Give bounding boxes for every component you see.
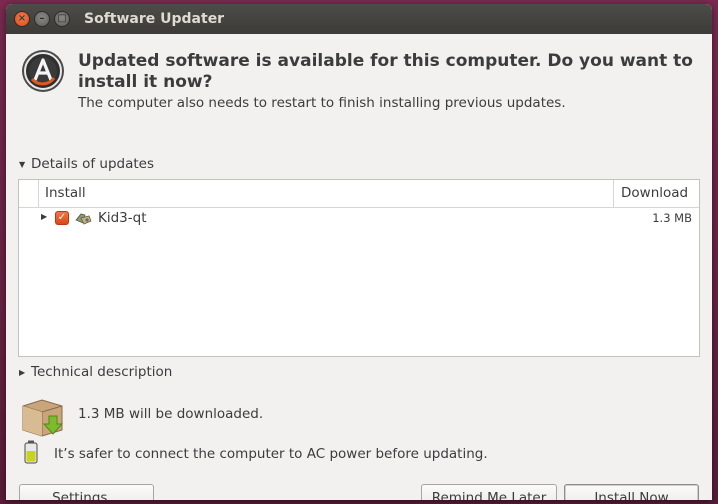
window-title: Software Updater xyxy=(84,11,225,27)
minimize-window-button[interactable]: – xyxy=(34,11,50,27)
ac-power-notice: It’s safer to connect the computer to AC… xyxy=(54,446,488,462)
settings-button[interactable]: Settings… xyxy=(19,484,154,500)
table-row[interactable]: ▶ ✓ Kid3-qt 1.3 MB xyxy=(19,208,699,230)
software-updater-window: × – □ Software Updater Updated software … xyxy=(6,4,712,500)
header-spacer xyxy=(19,180,39,207)
column-header-install[interactable]: Install xyxy=(39,180,613,207)
expander-right-icon: ▶ xyxy=(19,367,26,377)
close-window-button[interactable]: × xyxy=(14,11,30,27)
download-size-text: 1.3 MB will be downloaded. xyxy=(78,406,264,422)
technical-description-expander[interactable]: ▶ Technical description xyxy=(19,364,172,380)
software-updater-icon xyxy=(22,50,64,92)
update-headline: Updated software is available for this c… xyxy=(78,51,693,92)
download-box-icon xyxy=(22,399,64,437)
package-icon xyxy=(75,213,92,225)
restart-notice: The computer also needs to restart to fi… xyxy=(78,95,566,111)
battery-icon xyxy=(24,440,38,464)
column-header-download[interactable]: Download xyxy=(613,180,699,207)
package-name: Kid3-qt xyxy=(98,210,147,226)
remind-later-button[interactable]: Remind Me Later xyxy=(421,484,557,500)
expander-down-icon: ▼ xyxy=(19,159,26,169)
technical-label: Technical description xyxy=(31,364,173,380)
install-checkbox[interactable]: ✓ xyxy=(55,211,69,225)
maximize-window-button[interactable]: □ xyxy=(54,11,70,27)
title-bar: × – □ Software Updater xyxy=(6,4,712,34)
table-header: Install Download xyxy=(19,180,699,208)
package-size: 1.3 MB xyxy=(652,211,692,225)
details-label: Details of updates xyxy=(31,156,154,172)
details-expander[interactable]: ▼ Details of updates xyxy=(19,156,154,172)
install-now-button[interactable]: Install Now xyxy=(564,484,699,500)
updates-table: Install Download ▶ ✓ Kid3-qt 1.3 MB xyxy=(18,179,700,357)
row-expander-icon[interactable]: ▶ xyxy=(41,212,47,221)
dialog-content: Updated software is available for this c… xyxy=(6,34,712,500)
